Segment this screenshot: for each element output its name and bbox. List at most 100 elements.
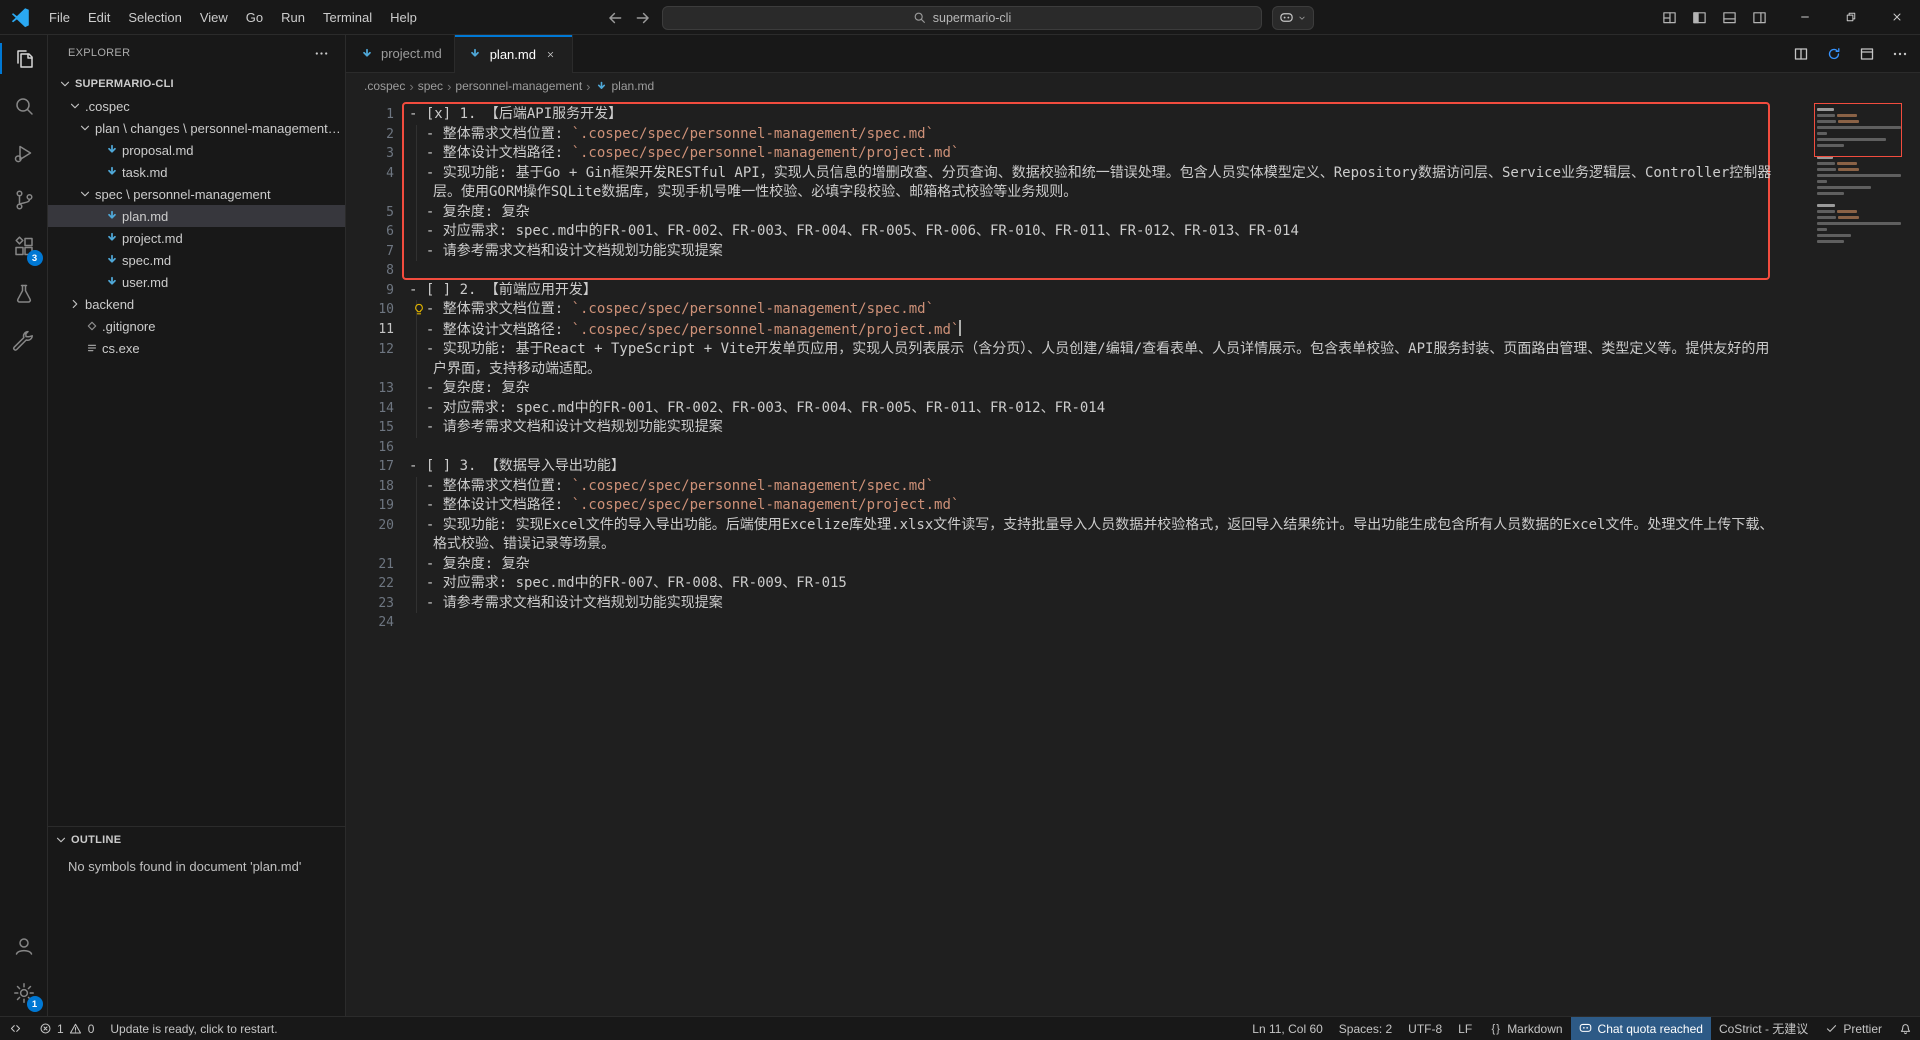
cursor-position[interactable]: Ln 11, Col 60 xyxy=(1244,1017,1331,1040)
activity-run-debug[interactable] xyxy=(0,129,48,176)
problems-indicator[interactable]: 10 xyxy=(30,1017,102,1040)
editor-line-5[interactable]: 5 - 复杂度: 复杂 xyxy=(346,203,1814,223)
editor-line-14[interactable]: 14 - 对应需求: spec.md中的FR-001、FR-002、FR-003… xyxy=(346,399,1814,419)
editor-line-12[interactable]: 12 - 实现功能: 基于React + TypeScript + Vite开发… xyxy=(346,340,1814,379)
activity-search[interactable] xyxy=(0,82,48,129)
editor-line-8[interactable]: 8 xyxy=(346,261,1814,281)
editor-line-24[interactable]: 24 xyxy=(346,613,1814,633)
activity-extensions[interactable]: 3 xyxy=(0,223,48,270)
editor-line-7[interactable]: 7 - 请参考需求文档和设计文档规划功能实现提案 xyxy=(346,242,1814,262)
indentation[interactable]: Spaces: 2 xyxy=(1331,1017,1400,1040)
activity-testing[interactable] xyxy=(0,270,48,317)
lightbulb-icon[interactable] xyxy=(412,302,426,316)
tree-item-project-md[interactable]: project.md xyxy=(48,227,345,249)
tree-item-plan-md[interactable]: plan.md xyxy=(48,205,345,227)
editor-line-21[interactable]: 21 - 复杂度: 复杂 xyxy=(346,555,1814,575)
toggle-secondary-sidebar-button-icon[interactable] xyxy=(1746,4,1772,30)
activity-tools[interactable] xyxy=(0,317,48,364)
menu-view[interactable]: View xyxy=(191,0,237,34)
editor-line-19[interactable]: 19 - 整体设计文档路径: `.cospec/spec/personnel-m… xyxy=(346,496,1814,516)
tree-item-gitignore[interactable]: .gitignore xyxy=(48,315,345,337)
close-tab-icon[interactable] xyxy=(542,45,560,63)
activity-settings[interactable]: 1 xyxy=(0,969,48,1016)
breadcrumb-item-plan-md[interactable]: plan.md xyxy=(595,79,655,93)
split-editor-button[interactable] xyxy=(1791,44,1811,64)
editor-line-6[interactable]: 6 - 对应需求: spec.md中的FR-001、FR-002、FR-003、… xyxy=(346,222,1814,242)
scrollbar-track[interactable] xyxy=(1906,99,1920,1016)
menu-selection[interactable]: Selection xyxy=(119,0,190,34)
open-preview-button[interactable] xyxy=(1857,44,1877,64)
text-span: - 对应需求: spec.md中的FR-007、FR-008、FR-009、FR… xyxy=(409,575,847,591)
menu-run[interactable]: Run xyxy=(272,0,314,34)
breadcrumb-item-spec[interactable]: spec xyxy=(418,79,443,93)
tree-item-cs-exe[interactable]: cs.exe xyxy=(48,337,345,359)
editor-line-17[interactable]: 17- [ ] 3. 【数据导入导出功能】 xyxy=(346,457,1814,477)
tree-item-plan-changes-personnel-management-ba[interactable]: plan \ changes \ personnel-management-ba… xyxy=(48,117,345,139)
editor-line-10[interactable]: 10 - 整体需求文档位置: `.cospec/spec/personnel-m… xyxy=(346,300,1814,320)
costrict-status[interactable]: CoStrict - 无建议 xyxy=(1711,1017,1816,1040)
restore-button[interactable] xyxy=(1828,0,1874,34)
editor-line-13[interactable]: 13 - 复杂度: 复杂 xyxy=(346,379,1814,399)
tree-item-proposal-md[interactable]: proposal.md xyxy=(48,139,345,161)
tree-item-supermario-cli[interactable]: SUPERMARIO-CLI xyxy=(48,73,345,95)
menu-go[interactable]: Go xyxy=(237,0,272,34)
encoding[interactable]: UTF-8 xyxy=(1400,1017,1450,1040)
menu-help[interactable]: Help xyxy=(381,0,426,34)
history-back-icon[interactable] xyxy=(606,9,624,27)
activity-explorer[interactable] xyxy=(0,35,48,82)
editor-line-1[interactable]: 1- [x] 1. 【后端API服务开发】 xyxy=(346,105,1814,125)
outline-header[interactable]: OUTLINE xyxy=(48,827,345,853)
remote-indicator[interactable] xyxy=(0,1017,30,1040)
tree-item-backend[interactable]: backend xyxy=(48,293,345,315)
breadcrumb-item-personnel-management[interactable]: personnel-management xyxy=(455,79,582,93)
line-number: 13 xyxy=(346,379,394,399)
tab-plan-md[interactable]: plan.md xyxy=(455,35,573,73)
tree-item-spec-personnel-management[interactable]: spec \ personnel-management xyxy=(48,183,345,205)
command-center-search[interactable]: supermario-cli xyxy=(662,6,1262,30)
code-area[interactable]: 1- [x] 1. 【后端API服务开发】2 - 整体需求文档位置: `.cos… xyxy=(346,99,1814,1016)
notifications-bell[interactable] xyxy=(1890,1017,1920,1040)
toggle-panel-button-icon[interactable] xyxy=(1716,4,1742,30)
editor-line-4[interactable]: 4 - 实现功能: 基于Go + Gin框架开发RESTful API，实现人员… xyxy=(346,164,1814,203)
close-button[interactable] xyxy=(1874,0,1920,34)
menu-file[interactable]: File xyxy=(40,0,79,34)
editor-pane[interactable]: 1- [x] 1. 【后端API服务开发】2 - 整体需求文档位置: `.cos… xyxy=(346,99,1920,1016)
breadcrumb-separator: › xyxy=(409,79,413,94)
editor-line-20[interactable]: 20 - 实现功能: 实现Excel文件的导入导出功能。后端使用Excelize… xyxy=(346,516,1814,555)
activity-accounts[interactable] xyxy=(0,922,48,969)
editor-line-11[interactable]: 11 - 整体设计文档路径: `.cospec/spec/personnel-m… xyxy=(346,320,1814,341)
copilot-menu-button[interactable] xyxy=(1272,6,1314,30)
tab-project-md[interactable]: project.md xyxy=(346,35,455,72)
explorer-more-actions-icon[interactable] xyxy=(311,43,331,63)
activity-source-control[interactable] xyxy=(0,176,48,223)
toggle-primary-sidebar-button-icon[interactable] xyxy=(1686,4,1712,30)
update-notification[interactable]: Update is ready, click to restart. xyxy=(102,1017,285,1040)
prettier-status[interactable]: Prettier xyxy=(1816,1017,1890,1040)
history-forward-icon[interactable] xyxy=(634,9,652,27)
editor-line-23[interactable]: 23 - 请参考需求文档和设计文档规划功能实现提案 xyxy=(346,594,1814,614)
eol[interactable]: LF xyxy=(1450,1017,1480,1040)
tree-item-task-md[interactable]: task.md xyxy=(48,161,345,183)
editor-line-3[interactable]: 3 - 整体设计文档路径: `.cospec/spec/personnel-ma… xyxy=(346,144,1814,164)
menu-terminal[interactable]: Terminal xyxy=(314,0,381,34)
tree-item-spec-md[interactable]: spec.md xyxy=(48,249,345,271)
editor-line-22[interactable]: 22 - 对应需求: spec.md中的FR-007、FR-008、FR-009… xyxy=(346,574,1814,594)
editor-line-2[interactable]: 2 - 整体需求文档位置: `.cospec/spec/personnel-ma… xyxy=(346,125,1814,145)
editor-more-actions-button[interactable] xyxy=(1890,44,1910,64)
editor-line-18[interactable]: 18 - 整体需求文档位置: `.cospec/spec/personnel-m… xyxy=(346,477,1814,497)
minimize-button[interactable] xyxy=(1782,0,1828,34)
editor-line-9[interactable]: 9- [ ] 2. 【前端应用开发】 xyxy=(346,281,1814,301)
tree-item-cospec[interactable]: .cospec xyxy=(48,95,345,117)
breadcrumb-item-cospec[interactable]: .cospec xyxy=(364,79,405,93)
editor-line-16[interactable]: 16 xyxy=(346,438,1814,458)
minimap[interactable] xyxy=(1814,99,1906,1016)
editor-line-15[interactable]: 15 - 请参考需求文档和设计文档规划功能实现提案 xyxy=(346,418,1814,438)
text-span: - 对应需求: spec.md中的FR-001、FR-002、FR-003、FR… xyxy=(409,223,1299,239)
chat-quota[interactable]: Chat quota reached xyxy=(1571,1017,1711,1040)
customize-layout-button-icon[interactable] xyxy=(1656,4,1682,30)
menu-edit[interactable]: Edit xyxy=(79,0,119,34)
text-span: - 复杂度: 复杂 xyxy=(409,556,530,572)
tree-item-user-md[interactable]: user.md xyxy=(48,271,345,293)
costrict-sync-button[interactable] xyxy=(1824,44,1844,64)
language-mode[interactable]: { }Markdown xyxy=(1480,1017,1570,1040)
